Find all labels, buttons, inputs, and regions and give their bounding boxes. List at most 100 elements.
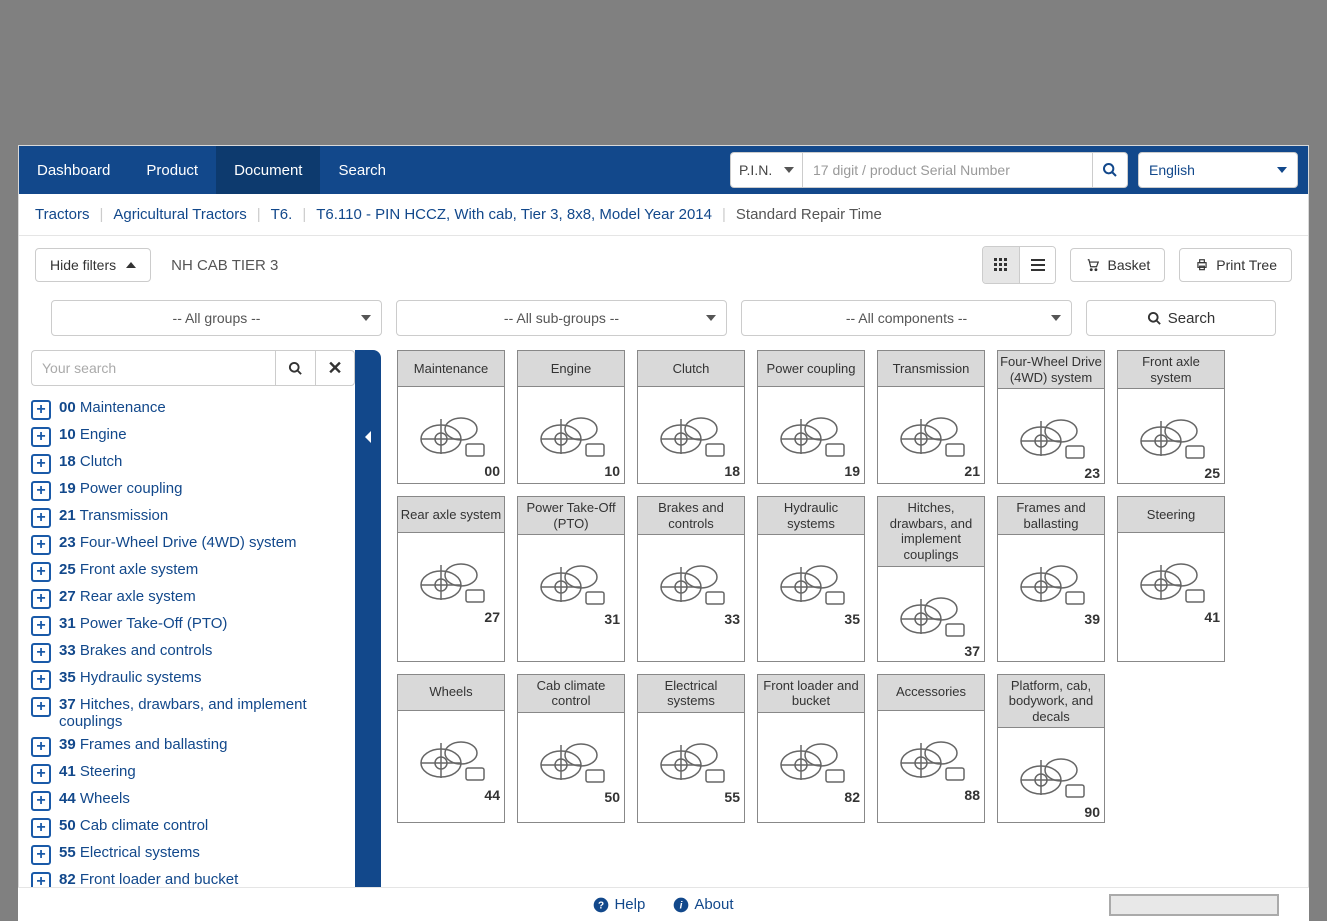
side-clear-button[interactable]: ✕ <box>315 350 355 386</box>
tree-expand-button[interactable]: + <box>31 562 51 582</box>
category-card[interactable]: Hydraulic systems35 <box>757 496 865 661</box>
filter-components[interactable]: -- All components -- <box>741 300 1072 336</box>
breadcrumb-link[interactable]: Agricultural Tractors <box>113 206 246 223</box>
tree-expand-button[interactable]: + <box>31 845 51 865</box>
tree-item-label[interactable]: 25 Front axle system <box>59 561 198 578</box>
card-number: 41 <box>1204 609 1220 625</box>
tree-item-label[interactable]: 27 Rear axle system <box>59 588 196 605</box>
tree-item-label[interactable]: 33 Brakes and controls <box>59 642 212 659</box>
category-card[interactable]: Accessories88 <box>877 674 985 824</box>
tree-item-label[interactable]: 55 Electrical systems <box>59 844 200 861</box>
grid-view-button[interactable] <box>983 247 1019 283</box>
category-card[interactable]: Steering 41 <box>1117 496 1225 661</box>
tree-item-label[interactable]: 39 Frames and ballasting <box>59 736 227 753</box>
tree-expand-button[interactable]: + <box>31 697 51 717</box>
list-view-button[interactable] <box>1019 247 1055 283</box>
tree-item-label[interactable]: 18 Clutch <box>59 453 122 470</box>
about-link[interactable]: i About <box>673 896 733 913</box>
tree-expand-button[interactable]: + <box>31 481 51 501</box>
tree-expand-button[interactable]: + <box>31 764 51 784</box>
category-card[interactable]: Four-Wheel Drive (4WD) system23 <box>997 350 1105 484</box>
breadcrumb-link[interactable]: Tractors <box>35 206 89 223</box>
print-tree-button[interactable]: Print Tree <box>1179 248 1292 282</box>
tree-expand-button[interactable]: + <box>31 454 51 474</box>
help-link[interactable]: ? Help <box>593 896 645 913</box>
category-card[interactable]: Brakes and controls33 <box>637 496 745 661</box>
tree-expand-button[interactable]: + <box>31 791 51 811</box>
tree-expand-button[interactable]: + <box>31 737 51 757</box>
grid-icon <box>993 257 1009 273</box>
filter-subgroups[interactable]: -- All sub-groups -- <box>396 300 727 336</box>
category-card[interactable]: Clutch18 <box>637 350 745 484</box>
tree-item-label[interactable]: 50 Cab climate control <box>59 817 208 834</box>
filter-search-button[interactable]: Search <box>1086 300 1276 336</box>
nav-document[interactable]: Document <box>216 146 320 194</box>
category-card[interactable]: Wheels44 <box>397 674 505 824</box>
tree-item-label[interactable]: 31 Power Take-Off (PTO) <box>59 615 227 632</box>
card-body: 18 <box>638 387 744 481</box>
pin-select[interactable]: P.I.N. <box>730 152 802 188</box>
category-card[interactable]: Engine10 <box>517 350 625 484</box>
tree-item-label[interactable]: 35 Hydraulic systems <box>59 669 202 686</box>
tree-item: +23 Four-Wheel Drive (4WD) system <box>31 531 355 558</box>
tree-expand-button[interactable]: + <box>31 616 51 636</box>
part-illustration-icon <box>1011 406 1091 466</box>
filter-groups[interactable]: -- All groups -- <box>51 300 382 336</box>
tree-item-label[interactable]: 19 Power coupling <box>59 480 182 497</box>
nav-dashboard[interactable]: Dashboard <box>19 146 128 194</box>
breadcrumb-link[interactable]: T6. <box>271 206 293 223</box>
tree-expand-button[interactable]: + <box>31 643 51 663</box>
tree-expand-button[interactable]: + <box>31 508 51 528</box>
card-number: 18 <box>724 463 740 479</box>
tree-expand-button[interactable]: + <box>31 670 51 690</box>
hide-filters-button[interactable]: Hide filters <box>35 248 151 282</box>
category-card[interactable]: Frames and ballasting39 <box>997 496 1105 661</box>
side-search-input[interactable] <box>31 350 275 386</box>
footer-input[interactable] <box>1109 894 1279 916</box>
tree-item-label[interactable]: 44 Wheels <box>59 790 130 807</box>
card-title: Steering <box>1118 497 1224 533</box>
category-card[interactable]: Transmission21 <box>877 350 985 484</box>
tree-expand-button[interactable]: + <box>31 400 51 420</box>
card-title: Maintenance <box>398 351 504 387</box>
nav-search[interactable]: Search <box>320 146 404 194</box>
nav-product[interactable]: Product <box>128 146 216 194</box>
tree-item-label[interactable]: 21 Transmission <box>59 507 168 524</box>
category-card[interactable]: Hitches, drawbars, and implement couplin… <box>877 496 985 661</box>
breadcrumb-link[interactable]: T6.110 - PIN HCCZ, With cab, Tier 3, 8x8… <box>316 206 712 223</box>
card-body: 88 <box>878 711 984 805</box>
search-icon <box>1102 162 1118 178</box>
tree-item-label[interactable]: 41 Steering <box>59 763 136 780</box>
tree-expand-button[interactable]: + <box>31 818 51 838</box>
tree-expand-button[interactable]: + <box>31 427 51 447</box>
basket-button[interactable]: Basket <box>1070 248 1165 282</box>
category-card[interactable]: Maintenance 00 <box>397 350 505 484</box>
category-card[interactable]: Rear axle system27 <box>397 496 505 661</box>
tree-item-label[interactable]: 10 Engine <box>59 426 127 443</box>
card-title: Frames and ballasting <box>998 497 1104 535</box>
side-search-button[interactable] <box>275 350 315 386</box>
breadcrumb-current: Standard Repair Time <box>736 206 882 223</box>
tree-expand-button[interactable]: + <box>31 535 51 555</box>
category-card[interactable]: Cab climate control50 <box>517 674 625 824</box>
serial-input[interactable] <box>802 152 1092 188</box>
category-card[interactable]: Power coupling19 <box>757 350 865 484</box>
chevron-down-icon <box>1051 315 1061 321</box>
category-card[interactable]: Front axle system25 <box>1117 350 1225 484</box>
tree-item-label[interactable]: 00 Maintenance <box>59 399 166 416</box>
card-number: 44 <box>484 787 500 803</box>
language-select[interactable]: English <box>1138 152 1298 188</box>
serial-search-button[interactable] <box>1092 152 1128 188</box>
category-card[interactable]: Electrical systems55 <box>637 674 745 824</box>
tree-item-label[interactable]: 82 Front loader and bucket <box>59 871 238 888</box>
card-title: Electrical systems <box>638 675 744 713</box>
tree-item-label[interactable]: 37 Hitches, drawbars, and implement coup… <box>59 696 355 730</box>
category-card[interactable]: Power Take-Off (PTO)31 <box>517 496 625 661</box>
category-card[interactable]: Platform, cab, bodywork, and decals90 <box>997 674 1105 824</box>
tree-item-label[interactable]: 23 Four-Wheel Drive (4WD) system <box>59 534 297 551</box>
category-card[interactable]: Front loader and bucket82 <box>757 674 865 824</box>
tree-expand-button[interactable]: + <box>31 589 51 609</box>
sidebar-collapse-button[interactable] <box>355 350 381 921</box>
card-number: 00 <box>484 463 500 479</box>
chevron-down-icon <box>361 315 371 321</box>
